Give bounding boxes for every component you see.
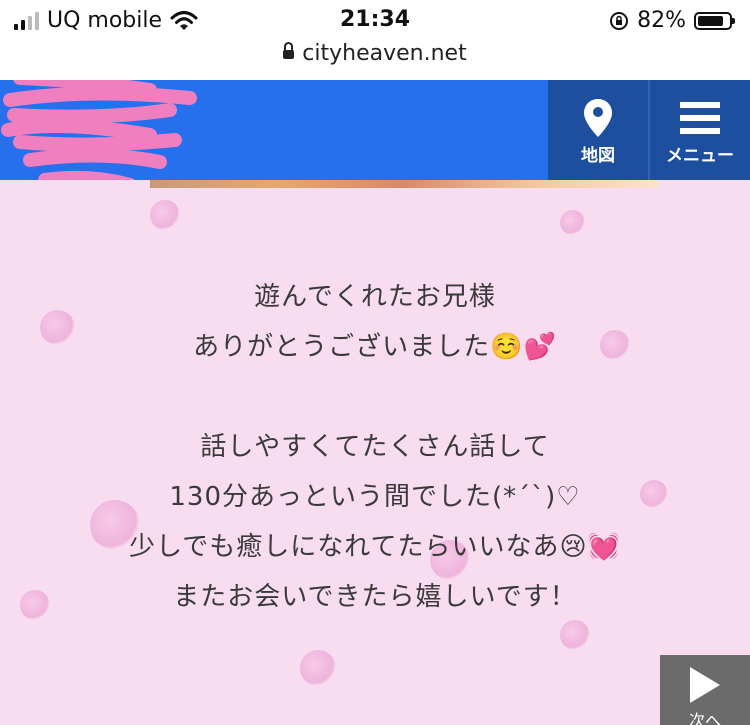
background-bubble [560,210,585,235]
diary-message: 遊んでくれたお兄様 ありがとうございました☺️💕 話しやすくてたくさん話して 1… [0,272,750,622]
map-label: 地図 [581,146,615,166]
url-text: cityheaven.net [302,41,467,66]
map-button[interactable]: 地図 [548,80,648,180]
play-arrow-icon [690,667,720,703]
address-bar[interactable]: cityheaven.net [0,40,750,80]
menu-button[interactable]: メニュー [650,80,750,180]
message-line [0,372,750,422]
status-right: 82% [609,8,735,33]
background-bubble [560,620,590,650]
lock-icon [283,41,295,59]
battery-icon [694,11,735,30]
hamburger-menu-icon [680,102,720,134]
battery-percent: 82% [637,8,686,33]
status-bar: UQ mobile 21:34 82% [0,0,750,40]
message-line: 130分あっという間でした(*´`)♡ [169,482,581,512]
message-line: またお会いできたら嬉しいです！ [173,582,577,612]
diary-content: 遊んでくれたお兄様 ありがとうございました☺️💕 話しやすくてたくさん話して 1… [0,180,750,725]
rotation-lock-icon [610,11,629,30]
map-pin-icon [584,99,612,137]
background-bubble [300,650,336,686]
message-line: 話しやすくてたくさん話して [200,432,550,462]
message-line: ありがとうございました☺️💕 [193,332,557,362]
background-bubble [150,200,180,230]
photo-edge [150,180,658,188]
menu-label: メニュー [666,146,734,166]
message-line: 少しでも癒しになれてたらいいなあ😢💓 [129,532,621,562]
next-button[interactable]: 次へ [660,655,750,725]
next-label: 次へ [688,711,721,725]
message-line: 遊んでくれたお兄様 [254,282,496,312]
site-header: 地図 メニュー [0,80,750,209]
